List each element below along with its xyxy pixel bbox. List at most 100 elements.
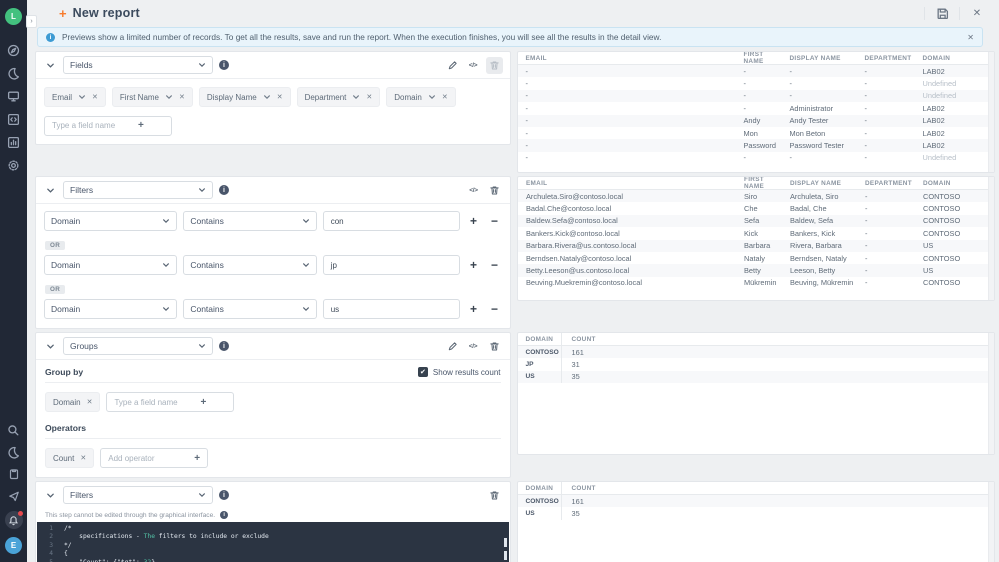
preview-scrollbar[interactable]: [988, 482, 994, 562]
chip-chevron-icon[interactable]: [78, 93, 86, 101]
feedback-send-icon[interactable]: [7, 489, 21, 503]
group-by-chip[interactable]: Domain ✕: [45, 392, 101, 412]
remove-condition-icon[interactable]: −: [487, 302, 502, 316]
chip-label: Count: [53, 453, 75, 463]
add-operator-plus-icon[interactable]: +: [194, 453, 200, 464]
delete-step-icon[interactable]: [486, 338, 503, 355]
filter-conditions: OR Domain Contains con: [36, 204, 510, 328]
preview-scrollbar[interactable]: [988, 52, 994, 172]
remove-condition-icon[interactable]: −: [487, 214, 502, 228]
table-row: - - - - Undefined: [525, 153, 957, 163]
step-info-icon[interactable]: i: [219, 341, 229, 351]
chip-chevron-icon[interactable]: [165, 93, 173, 101]
collapse-step-chevron-icon[interactable]: [43, 58, 57, 72]
add-operator-input[interactable]: +: [100, 448, 209, 468]
chip-remove-icon[interactable]: ✕: [87, 398, 93, 406]
field-chip[interactable]: Domain ✕: [386, 87, 456, 107]
step-info-icon[interactable]: i: [219, 490, 229, 500]
group-field-input[interactable]: [114, 397, 193, 407]
notification-badge: [17, 511, 23, 516]
filter-field-select[interactable]: Domain: [44, 299, 178, 319]
edit-pencil-icon[interactable]: [444, 57, 461, 74]
notifications-bell-icon[interactable]: [4, 511, 23, 529]
chip-remove-icon[interactable]: ✕: [92, 93, 98, 101]
panel-collapse-handle[interactable]: ›: [26, 15, 37, 28]
chip-label: Domain: [53, 397, 81, 407]
add-group-field-plus-icon[interactable]: +: [200, 397, 206, 408]
chip-remove-icon[interactable]: ✕: [366, 93, 372, 101]
field-chip[interactable]: First Name ✕: [111, 87, 193, 107]
dashboard-compass-icon[interactable]: [7, 43, 21, 57]
filter-field-select[interactable]: Domain: [44, 211, 178, 231]
clipboard-icon[interactable]: [7, 467, 21, 481]
field-chip[interactable]: Display Name ✕: [198, 87, 291, 107]
add-field-input[interactable]: +: [44, 115, 172, 136]
show-results-count-toggle[interactable]: ✔ Show results count: [417, 367, 501, 377]
operator-input[interactable]: [108, 453, 187, 463]
chip-remove-icon[interactable]: ✕: [442, 93, 448, 101]
table-row: US 35: [517, 370, 994, 384]
editor-scrollbar-handle[interactable]: [503, 551, 507, 560]
chip-chevron-icon[interactable]: [352, 93, 360, 101]
preview-scrollbar[interactable]: [988, 177, 994, 300]
scanning-code-icon[interactable]: [7, 112, 21, 126]
step-info-icon[interactable]: i: [219, 60, 229, 70]
add-condition-icon[interactable]: +: [466, 302, 481, 316]
code-view-icon[interactable]: </>: [465, 338, 482, 355]
delete-step-icon[interactable]: [486, 182, 503, 199]
step-type-select[interactable]: Filters: [63, 486, 213, 504]
reports-chart-icon[interactable]: [7, 135, 21, 149]
step-type-select[interactable]: Filters: [63, 181, 213, 199]
search-icon[interactable]: [7, 423, 21, 437]
add-condition-icon[interactable]: +: [466, 258, 481, 272]
chip-chevron-icon[interactable]: [428, 93, 436, 101]
edit-pencil-icon[interactable]: [444, 338, 461, 355]
step-type-select[interactable]: Groups: [63, 337, 213, 355]
field-chip[interactable]: Department ✕: [296, 87, 381, 107]
operators-label: Operators: [45, 423, 87, 433]
filter-operator-select[interactable]: Contains: [183, 299, 317, 319]
delete-step-icon[interactable]: [486, 487, 503, 504]
collapse-step-chevron-icon[interactable]: [43, 339, 57, 353]
user-avatar[interactable]: E: [5, 537, 22, 554]
filter-value-input[interactable]: us: [322, 299, 461, 319]
filter-field-select[interactable]: Domain: [44, 255, 178, 275]
field-chip[interactable]: Email ✕: [44, 87, 106, 107]
moon-icon[interactable]: [7, 66, 21, 80]
checkbox-checked-icon[interactable]: ✔: [417, 367, 428, 377]
remove-condition-icon[interactable]: −: [487, 258, 502, 272]
code-view-icon[interactable]: </>: [465, 57, 482, 74]
settings-gear-icon[interactable]: [7, 158, 21, 172]
moon-secondary-icon[interactable]: [7, 445, 21, 459]
chip-remove-icon[interactable]: ✕: [179, 93, 185, 101]
add-field-plus-icon[interactable]: +: [138, 120, 144, 131]
code-view-icon[interactable]: </>: [465, 182, 482, 199]
collapse-step-chevron-icon[interactable]: [43, 183, 57, 197]
step-type-select[interactable]: Fields: [63, 56, 213, 74]
chip-chevron-icon[interactable]: [263, 93, 271, 101]
editor-scrollbar[interactable]: [503, 538, 507, 547]
preview-scrollbar[interactable]: [988, 333, 994, 454]
chevron-down-icon: [163, 307, 170, 311]
filter-operator-select[interactable]: Contains: [183, 255, 317, 275]
save-report-icon[interactable]: [934, 5, 950, 21]
filter-condition-row: Domain Contains jp + −: [36, 252, 510, 278]
chip-remove-icon[interactable]: ✕: [80, 454, 86, 462]
chip-remove-icon[interactable]: ✕: [277, 93, 283, 101]
filter-value-input[interactable]: con: [322, 211, 461, 231]
add-condition-icon[interactable]: +: [466, 214, 481, 228]
add-group-field-input[interactable]: +: [106, 392, 235, 412]
close-icon[interactable]: ✕: [969, 5, 985, 21]
workspace-avatar[interactable]: L: [5, 8, 22, 25]
collapse-step-chevron-icon[interactable]: [43, 488, 57, 502]
banner-dismiss-icon[interactable]: ✕: [967, 33, 974, 42]
filter-operator-select[interactable]: Contains: [183, 211, 317, 231]
operator-chip[interactable]: Count ✕: [45, 448, 95, 468]
col-first-name: FIRST NAME: [744, 176, 765, 190]
step-info-icon[interactable]: i: [219, 185, 229, 195]
devices-monitor-icon[interactable]: [7, 89, 21, 103]
note-info-icon[interactable]: i: [220, 511, 229, 519]
code-editor[interactable]: 1 2 3 4 5 6 7 /* specifications - The fi…: [37, 522, 509, 562]
filter-value-input[interactable]: jp: [322, 255, 461, 275]
field-name-input[interactable]: [52, 121, 130, 130]
